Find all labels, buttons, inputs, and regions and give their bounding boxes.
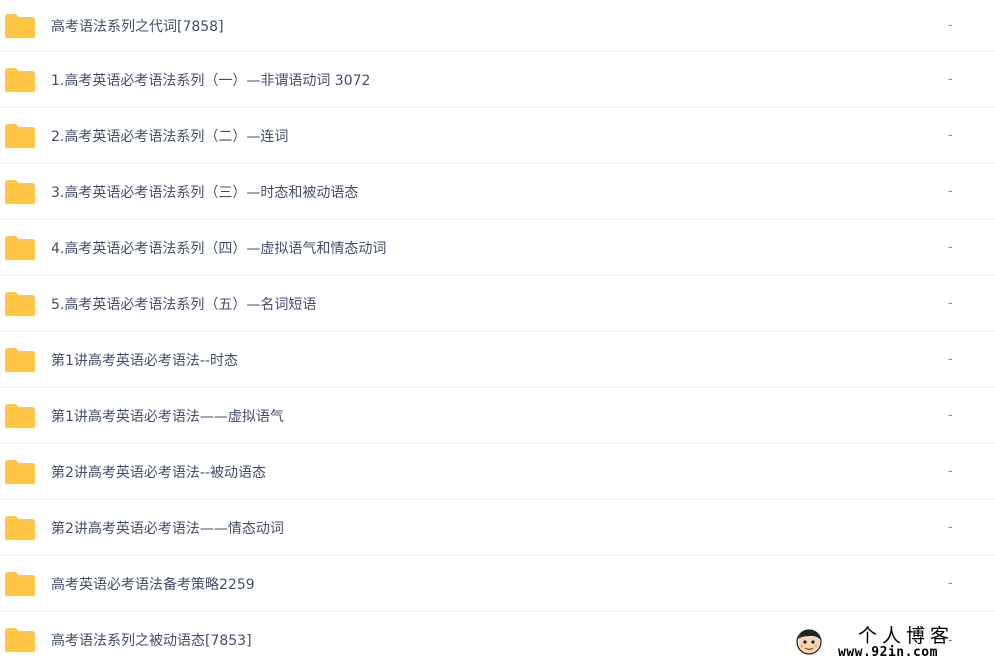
file-name[interactable]: 第2讲高考英语必考语法--被动语态 [51,462,266,482]
file-row[interactable]: 高考语法系列之代词[7858] - [0,0,994,52]
file-name[interactable]: 第1讲高考英语必考语法--时态 [51,350,238,370]
file-size: - [948,464,953,479]
file-name[interactable]: 第2讲高考英语必考语法——情态动词 [51,518,284,538]
file-size: - [948,296,953,311]
file-name[interactable]: 5.高考英语必考语法系列（五）—名词短语 [51,294,316,314]
file-size: - [948,408,953,423]
folder-icon [4,123,36,149]
file-name[interactable]: 3.高考英语必考语法系列（三）—时态和被动语态 [51,182,358,202]
file-name[interactable]: 高考语法系列之被动语态[7853] [51,630,252,650]
file-row[interactable]: 4.高考英语必考语法系列（四）—虚拟语气和情态动词 - [0,220,994,276]
file-name[interactable]: 1.高考英语必考语法系列（一）—非谓语动词 3072 [51,70,370,90]
file-row[interactable]: 高考英语必考语法备考策略2259 - [0,556,994,612]
file-size: - [948,18,953,33]
file-size: - [948,576,953,591]
file-name[interactable]: 第1讲高考英语必考语法——虚拟语气 [51,406,284,426]
file-size: - [948,240,953,255]
file-row[interactable]: 1.高考英语必考语法系列（一）—非谓语动词 3072 - [0,52,994,108]
file-name[interactable]: 4.高考英语必考语法系列（四）—虚拟语气和情态动词 [51,238,386,258]
file-row[interactable]: 3.高考英语必考语法系列（三）—时态和被动语态 - [0,164,994,220]
rows-container: 高考语法系列之代词[7858] -1.高考英语必考语法系列（一）—非谓语动词 30… [0,0,994,667]
file-list: 高考语法系列之代词[7858] -1.高考英语必考语法系列（一）—非谓语动词 30… [0,0,994,667]
folder-icon [4,347,36,373]
folder-icon [4,67,36,93]
file-row[interactable]: 第2讲高考英语必考语法——情态动词 - [0,500,994,556]
file-size: - [948,352,953,367]
file-name[interactable]: 2.高考英语必考语法系列（二）—连词 [51,126,288,146]
file-size: - [948,72,953,87]
file-row[interactable]: 第2讲高考英语必考语法--被动语态 - [0,444,994,500]
folder-icon [4,291,36,317]
folder-icon [4,179,36,205]
file-name[interactable]: 高考英语必考语法备考策略2259 [51,574,255,594]
file-size: - [948,184,953,199]
file-size: - [948,128,953,143]
file-row[interactable]: 5.高考英语必考语法系列（五）—名词短语 - [0,276,994,332]
file-name[interactable]: 高考语法系列之代词[7858] [51,16,224,36]
folder-icon [4,13,36,39]
file-row[interactable]: 第1讲高考英语必考语法--时态 - [0,332,994,388]
file-size: - [948,520,953,535]
folder-icon [4,515,36,541]
watermark-url: www.92in.com [838,645,938,660]
watermark: 个人博客 www.92in.com [794,625,982,663]
watermark-title: 个人博客 [858,625,955,647]
file-row[interactable]: 2.高考英语必考语法系列（二）—连词 - [0,108,994,164]
folder-icon [4,235,36,261]
folder-icon [4,627,36,653]
folder-icon [4,571,36,597]
folder-icon [4,403,36,429]
avatar-icon [796,629,822,655]
folder-icon [4,459,36,485]
file-row[interactable]: 第1讲高考英语必考语法——虚拟语气 - [0,388,994,444]
